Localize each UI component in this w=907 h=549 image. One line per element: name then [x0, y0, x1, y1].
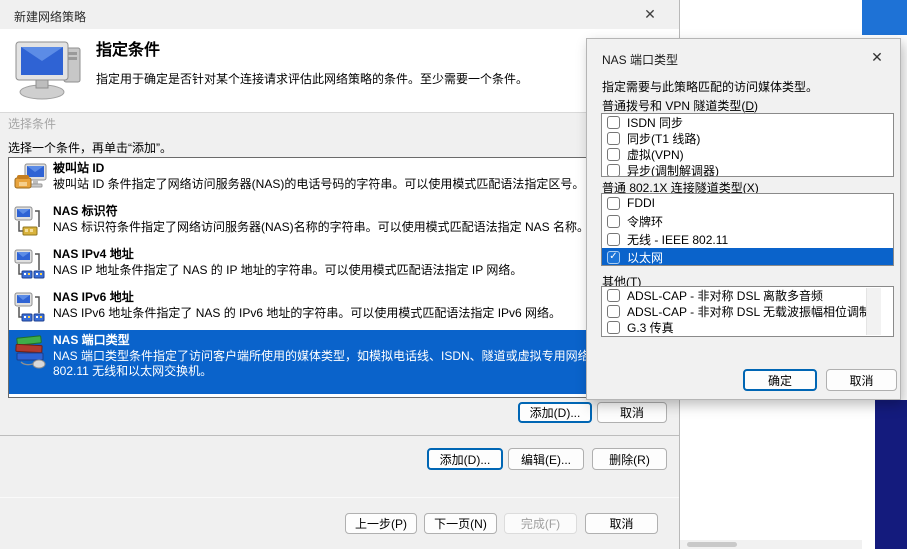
wizard-header: 指定条件 指定用于确定是否针对某个连接请求评估此网络策略的条件。至少需要一个条件…	[0, 29, 679, 113]
conditions-delete-button[interactable]: 删除(R)	[592, 448, 667, 470]
checkbox-item-g3-fax[interactable]: G.3 传真	[602, 319, 893, 335]
checkbox-label: 异步(调制解调器)	[627, 162, 719, 178]
checkbox-icon[interactable]	[607, 305, 620, 318]
checkbox-checked-icon[interactable]: ✓	[607, 251, 620, 264]
nas-ipv6-icon	[13, 290, 53, 332]
checkbox-icon[interactable]	[607, 321, 620, 334]
condition-description: 被叫站 ID 条件指定了网络访问服务器(NAS)的电话号码的字符串。可以使用模式…	[53, 177, 655, 192]
previous-button[interactable]: 上一步(P)	[345, 513, 417, 534]
nas-ipv4-icon	[13, 247, 53, 289]
checkbox-icon[interactable]	[607, 233, 620, 246]
finish-button: 完成(F)	[504, 513, 577, 534]
list-item-nas-ipv4[interactable]: NAS IPv4 地址 NAS IP 地址条件指定了 NAS 的 IP 地址的字…	[9, 244, 659, 287]
condition-description: NAS IP 地址条件指定了 NAS 的 IP 地址的字符串。可以使用模式匹配语…	[53, 263, 655, 278]
page-description: 指定用于确定是否针对某个连接请求评估此网络策略的条件。至少需要一个条件。	[96, 70, 528, 87]
dialog-cancel-button[interactable]: 取消	[826, 369, 897, 391]
condition-name: NAS 端口类型	[53, 333, 655, 347]
checkbox-label: ADSL-CAP - 非对称 DSL 离散多音频	[627, 287, 823, 304]
checkbox-item-isdn-sync[interactable]: ISDN 同步	[602, 114, 893, 130]
checkbox-label: FDDI	[627, 196, 655, 210]
checkbox-icon[interactable]	[607, 289, 620, 302]
ok-button[interactable]: 确定	[743, 369, 817, 391]
checkbox-item-token-ring[interactable]: 令牌环	[602, 212, 893, 230]
condition-listbox[interactable]: 被叫站 ID 被叫站 ID 条件指定了网络访问服务器(NAS)的电话号码的字符串…	[8, 157, 660, 398]
condition-name: NAS IPv4 地址	[53, 247, 655, 261]
checkbox-label: G.3 传真	[627, 319, 674, 336]
checkbox-icon[interactable]	[607, 215, 620, 228]
list-item-nas-identifier[interactable]: NAS 标识符 NAS 标识符条件指定了网络访问服务器(NAS)名称的字符串。可…	[9, 201, 659, 244]
dialup-vpn-listbox[interactable]: ISDN 同步 同步(T1 线路) 虚拟(VPN) 异步(调制解调器)	[601, 113, 894, 177]
nas-identifier-icon	[13, 204, 53, 246]
list-item-nas-port-type[interactable]: NAS 端口类型 NAS 端口类型条件指定了访问客户端所使用的媒体类型，如模拟电…	[9, 330, 659, 394]
computer-workstation-icon	[12, 36, 88, 107]
wizard-titlebar: 新建网络策略 ✕	[0, 0, 679, 29]
screen: —▢✕ 新建网络策略 ✕ 指定条件	[0, 0, 907, 549]
wizard-separator	[0, 497, 679, 498]
checkbox-item-fddi[interactable]: FDDI	[602, 194, 893, 212]
wizard-title: 新建网络策略	[14, 8, 86, 25]
checkbox-item-ethernet[interactable]: ✓ 以太网	[602, 248, 893, 266]
vertical-scrollbar[interactable]	[866, 288, 881, 335]
checkbox-label: 虚拟(VPN)	[627, 146, 684, 163]
checkbox-icon[interactable]	[607, 148, 620, 161]
wizard-close-icon[interactable]: ✕	[634, 3, 666, 26]
checkbox-label: 以太网	[627, 249, 663, 266]
condition-name: NAS 标识符	[53, 204, 655, 218]
nas-port-type-dialog: NAS 端口类型 ✕ 指定需要与此策略匹配的访问媒体类型。 普通拨号和 VPN …	[586, 38, 901, 400]
next-button[interactable]: 下一页(N)	[424, 513, 497, 534]
page-title: 指定条件	[96, 36, 160, 60]
called-station-id-icon	[13, 161, 53, 203]
checkbox-label: 令牌环	[627, 213, 663, 230]
wizard-cancel-button[interactable]: 取消	[585, 513, 658, 534]
select-condition-dialog-edge	[0, 435, 679, 436]
checkbox-item-async-modem[interactable]: 异步(调制解调器)	[602, 162, 893, 177]
checkbox-label: ADSL-CAP - 非对称 DSL 无载波振幅相位调制	[627, 303, 871, 320]
condition-description: NAS IPv6 地址条件指定了 NAS 的 IPv6 地址的字符串。可以使用模…	[53, 306, 655, 321]
horizontal-scrollbar[interactable]	[680, 540, 862, 549]
checkbox-label: 无线 - IEEE 802.11	[627, 231, 728, 248]
conditions-edit-button[interactable]: 编辑(E)...	[508, 448, 584, 470]
condition-description: NAS 端口类型条件指定了访问客户端所使用的媒体类型，如模拟电话线、ISDN、隧…	[53, 349, 655, 379]
select-condition-dialog-title: 选择条件	[8, 115, 56, 132]
taskbar-blue-block	[862, 0, 907, 35]
checkbox-item-virtual-vpn[interactable]: 虚拟(VPN)	[602, 146, 893, 162]
dot1x-listbox[interactable]: FDDI 令牌环 无线 - IEEE 802.11 ✓ 以太网	[601, 193, 894, 266]
select-condition-cancel-button[interactable]: 取消	[597, 402, 667, 423]
horizontal-scrollbar-thumb[interactable]	[687, 542, 737, 547]
checkbox-icon[interactable]	[607, 132, 620, 145]
checkbox-icon[interactable]	[607, 164, 620, 177]
condition-name: NAS IPv6 地址	[53, 290, 655, 304]
other-listbox[interactable]: ADSL-CAP - 非对称 DSL 离散多音频 ADSL-CAP - 非对称 …	[601, 286, 894, 337]
select-condition-add-button[interactable]: 添加(D)...	[518, 402, 592, 423]
checkbox-icon[interactable]	[607, 116, 620, 129]
dialog-close-icon[interactable]: ✕	[862, 45, 892, 69]
list-item-called-station-id[interactable]: 被叫站 ID 被叫站 ID 条件指定了网络访问服务器(NAS)的电话号码的字符串…	[9, 158, 659, 201]
select-condition-instruction: 选择一个条件，再单击“添加”。	[8, 139, 172, 156]
dialup-vpn-group-label: 普通拨号和 VPN 隧道类型(D)	[602, 97, 758, 114]
checkbox-item-adsl-dmt[interactable]: ADSL-CAP - 非对称 DSL 离散多音频	[602, 287, 893, 303]
checkbox-icon[interactable]	[607, 197, 620, 210]
conditions-add-button[interactable]: 添加(D)...	[427, 448, 503, 470]
checkbox-item-sync-t1[interactable]: 同步(T1 线路)	[602, 130, 893, 146]
condition-name: 被叫站 ID	[53, 161, 655, 175]
dialog-instruction: 指定需要与此策略匹配的访问媒体类型。	[602, 78, 818, 95]
checkbox-label: ISDN 同步	[627, 114, 683, 131]
console-navy-panel	[875, 400, 907, 549]
checkbox-item-wireless-80211[interactable]: 无线 - IEEE 802.11	[602, 230, 893, 248]
nas-port-type-icon	[13, 333, 53, 375]
condition-description: NAS 标识符条件指定了网络访问服务器(NAS)名称的字符串。可以使用模式匹配语…	[53, 220, 655, 235]
checkbox-label: 同步(T1 线路)	[627, 130, 700, 147]
list-item-nas-ipv6[interactable]: NAS IPv6 地址 NAS IPv6 地址条件指定了 NAS 的 IPv6 …	[9, 287, 659, 330]
checkbox-item-adsl-cap[interactable]: ADSL-CAP - 非对称 DSL 无载波振幅相位调制	[602, 303, 893, 319]
new-network-policy-wizard: 新建网络策略 ✕ 指定条件 指定用于确定是否针对某个连接请求评估此网络策略的条件…	[0, 0, 679, 549]
dialog-title: NAS 端口类型	[602, 51, 678, 68]
